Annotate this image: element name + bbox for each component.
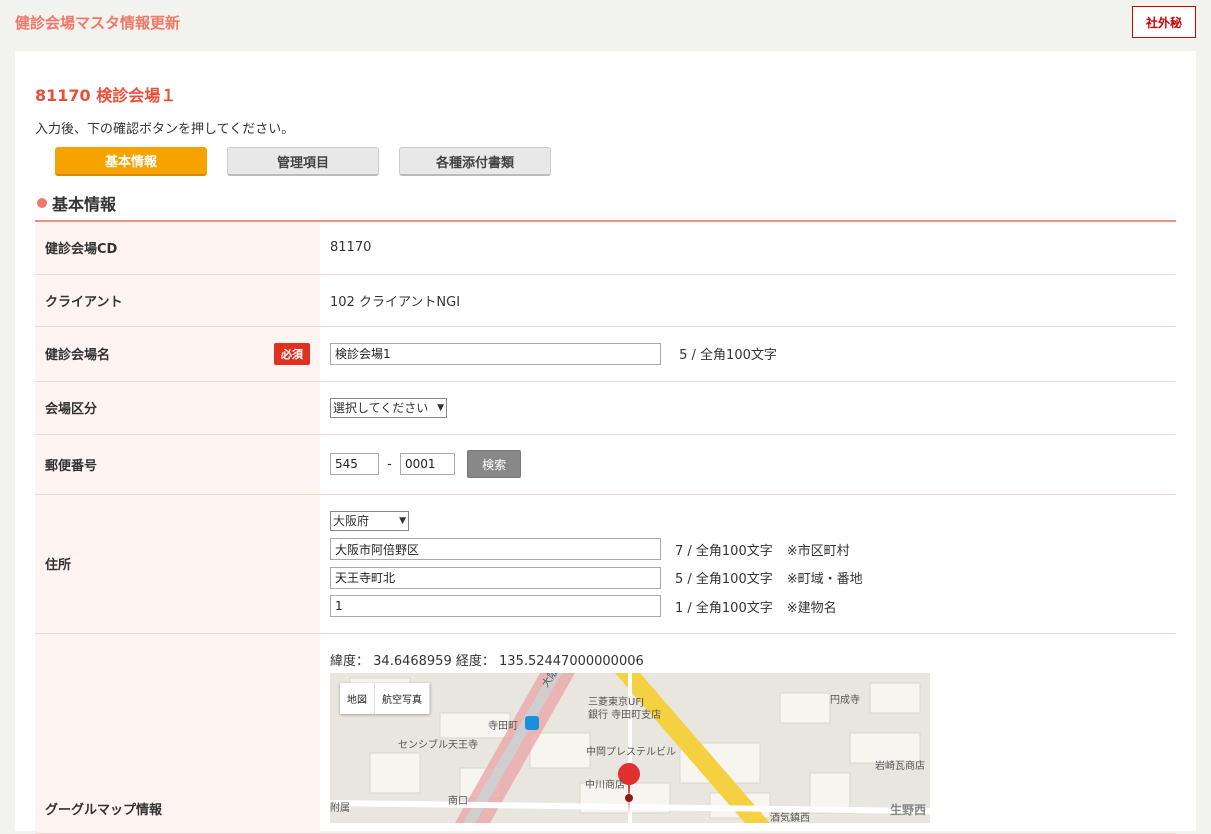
basic-info-form: 健診会場CD 81170 クライアント 102 クライアントNGI 健診会場名 … (35, 222, 1176, 834)
venue-heading: 81170 検診会場１ (35, 86, 177, 105)
google-map[interactable]: 地図 航空写真 三菱東京UFJ 銀行 寺田町支店 寺田町 大阪環状 センシブル天… (330, 672, 930, 823)
address-prefecture-row: 大阪府 ▼ (330, 507, 1176, 536)
value-client: 102 クライアントNGI (320, 274, 1176, 327)
section-title-text: 基本情報 (52, 195, 117, 214)
city-input[interactable] (330, 538, 661, 561)
postal-separator: - (387, 456, 392, 472)
bullet-dot-icon (37, 198, 47, 208)
confidential-badge: 社外秘 (1132, 6, 1196, 38)
page-title: 健診会場マスタ情報更新 (15, 14, 181, 32)
town-note: ※町域・番地 (786, 572, 863, 588)
map-label: 南口 (448, 795, 468, 807)
building-input[interactable] (330, 595, 661, 618)
map-type-map-button[interactable]: 地図 (340, 682, 375, 714)
venue-name-input[interactable] (330, 342, 661, 365)
label-map: グーグルマップ情報 (35, 633, 320, 834)
value-venue-name-cell: 5 / 全角100文字 (320, 326, 1176, 382)
city-note: ※市区町村 (786, 543, 850, 559)
row-address: 住所 大阪府 ▼ 7 / 全角100文字 ※市区町村 5 / 全角100文字 ※ (35, 494, 1176, 634)
label-client: クライアント (35, 274, 320, 327)
map-label: 円成寺 (830, 694, 860, 706)
town-input[interactable] (330, 566, 661, 589)
value-venue-cd: 81170 (320, 222, 1176, 275)
section-title: 基本情報 (37, 191, 116, 215)
label-venue-name-cell: 健診会場名 必須 (35, 326, 320, 382)
chevron-down-icon: ▼ (399, 515, 406, 526)
row-venue-cd: 健診会場CD 81170 (35, 222, 1176, 275)
building-note: ※建物名 (786, 600, 837, 616)
row-map: グーグルマップ情報 緯度： 34.6468959 経度： 135.5244700… (35, 633, 1176, 834)
postal-search-button[interactable]: 検索 (467, 450, 522, 478)
map-label: 酒気鎮西 (770, 812, 810, 823)
label-venue-type: 会場区分 (35, 381, 320, 435)
address-town-row: 5 / 全角100文字 ※町域・番地 (330, 564, 1176, 593)
venue-type-selected: 選択してください (333, 401, 429, 415)
map-label: 附属 (330, 802, 350, 814)
label-postal: 郵便番号 (35, 434, 320, 495)
row-venue-type: 会場区分 選択してください ▼ (35, 381, 1176, 435)
map-label: 岩崎瓦商店 (875, 760, 925, 772)
tab-bar: 基本情報 管理項目 各種添付書類 (55, 147, 551, 176)
latitude-label: 緯度： (330, 653, 370, 669)
longitude-label: 経度： (455, 653, 495, 669)
row-venue-name: 健診会場名 必須 5 / 全角100文字 (35, 326, 1176, 382)
value-address-cell: 大阪府 ▼ 7 / 全角100文字 ※市区町村 5 / 全角100文字 ※町域・… (320, 494, 1176, 634)
map-label: 中川商店 (585, 779, 625, 791)
value-map-cell: 緯度： 34.6468959 経度： 135.52447000000006 地図… (320, 633, 1176, 834)
row-postal: 郵便番号 - 検索 (35, 434, 1176, 495)
building-counter: 1 / 全角100文字 (675, 600, 773, 616)
chevron-down-icon: ▼ (437, 402, 444, 413)
map-label: センシブル天王寺 (398, 739, 478, 751)
postal-code-part1-input[interactable] (330, 453, 379, 475)
tab-management[interactable]: 管理項目 (227, 147, 379, 176)
main-card: 81170 検診会場１ 入力後、下の確認ボタンを押してください。 基本情報 管理… (15, 51, 1196, 834)
longitude-value: 135.52447000000006 (499, 653, 644, 669)
required-badge: 必須 (274, 342, 310, 365)
map-label: 生野西 (890, 802, 927, 817)
tab-attachments[interactable]: 各種添付書類 (399, 147, 551, 176)
value-postal-cell: - 検索 (320, 434, 1176, 495)
map-label: 中岡プレステルビル (586, 746, 676, 758)
value-venue-type-cell: 選択してください ▼ (320, 381, 1176, 435)
tab-basic-info[interactable]: 基本情報 (55, 147, 207, 176)
prefecture-selected: 大阪府 (333, 514, 370, 529)
map-label: 銀行 寺田町支店 (588, 709, 662, 721)
address-city-row: 7 / 全角100文字 ※市区町村 (330, 535, 1176, 564)
map-label: 寺田町 (488, 720, 518, 732)
row-client: クライアント 102 クライアントNGI (35, 274, 1176, 327)
label-venue-cd: 健診会場CD (35, 222, 320, 275)
prefecture-select[interactable]: 大阪府 ▼ (330, 510, 409, 531)
postal-code-part2-input[interactable] (399, 453, 455, 475)
instruction-text: 入力後、下の確認ボタンを押してください。 (35, 122, 295, 137)
label-venue-name: 健診会場名 (45, 348, 111, 363)
map-type-satellite-button[interactable]: 航空写真 (375, 682, 430, 714)
coordinates-readout: 緯度： 34.6468959 経度： 135.52447000000006 (330, 650, 1176, 669)
venue-name-counter: 5 / 全角100文字 (679, 348, 777, 363)
label-address: 住所 (35, 494, 320, 634)
city-counter: 7 / 全角100文字 (675, 543, 773, 559)
map-type-controls: 地図 航空写真 (340, 682, 430, 714)
address-building-row: 1 / 全角100文字 ※建物名 (330, 592, 1176, 621)
top-bar: 健診会場マスタ情報更新 社外秘 (0, 0, 1211, 50)
town-counter: 5 / 全角100文字 (675, 572, 773, 588)
latitude-value: 34.6468959 (373, 653, 452, 669)
venue-type-select[interactable]: 選択してください ▼ (330, 397, 447, 418)
